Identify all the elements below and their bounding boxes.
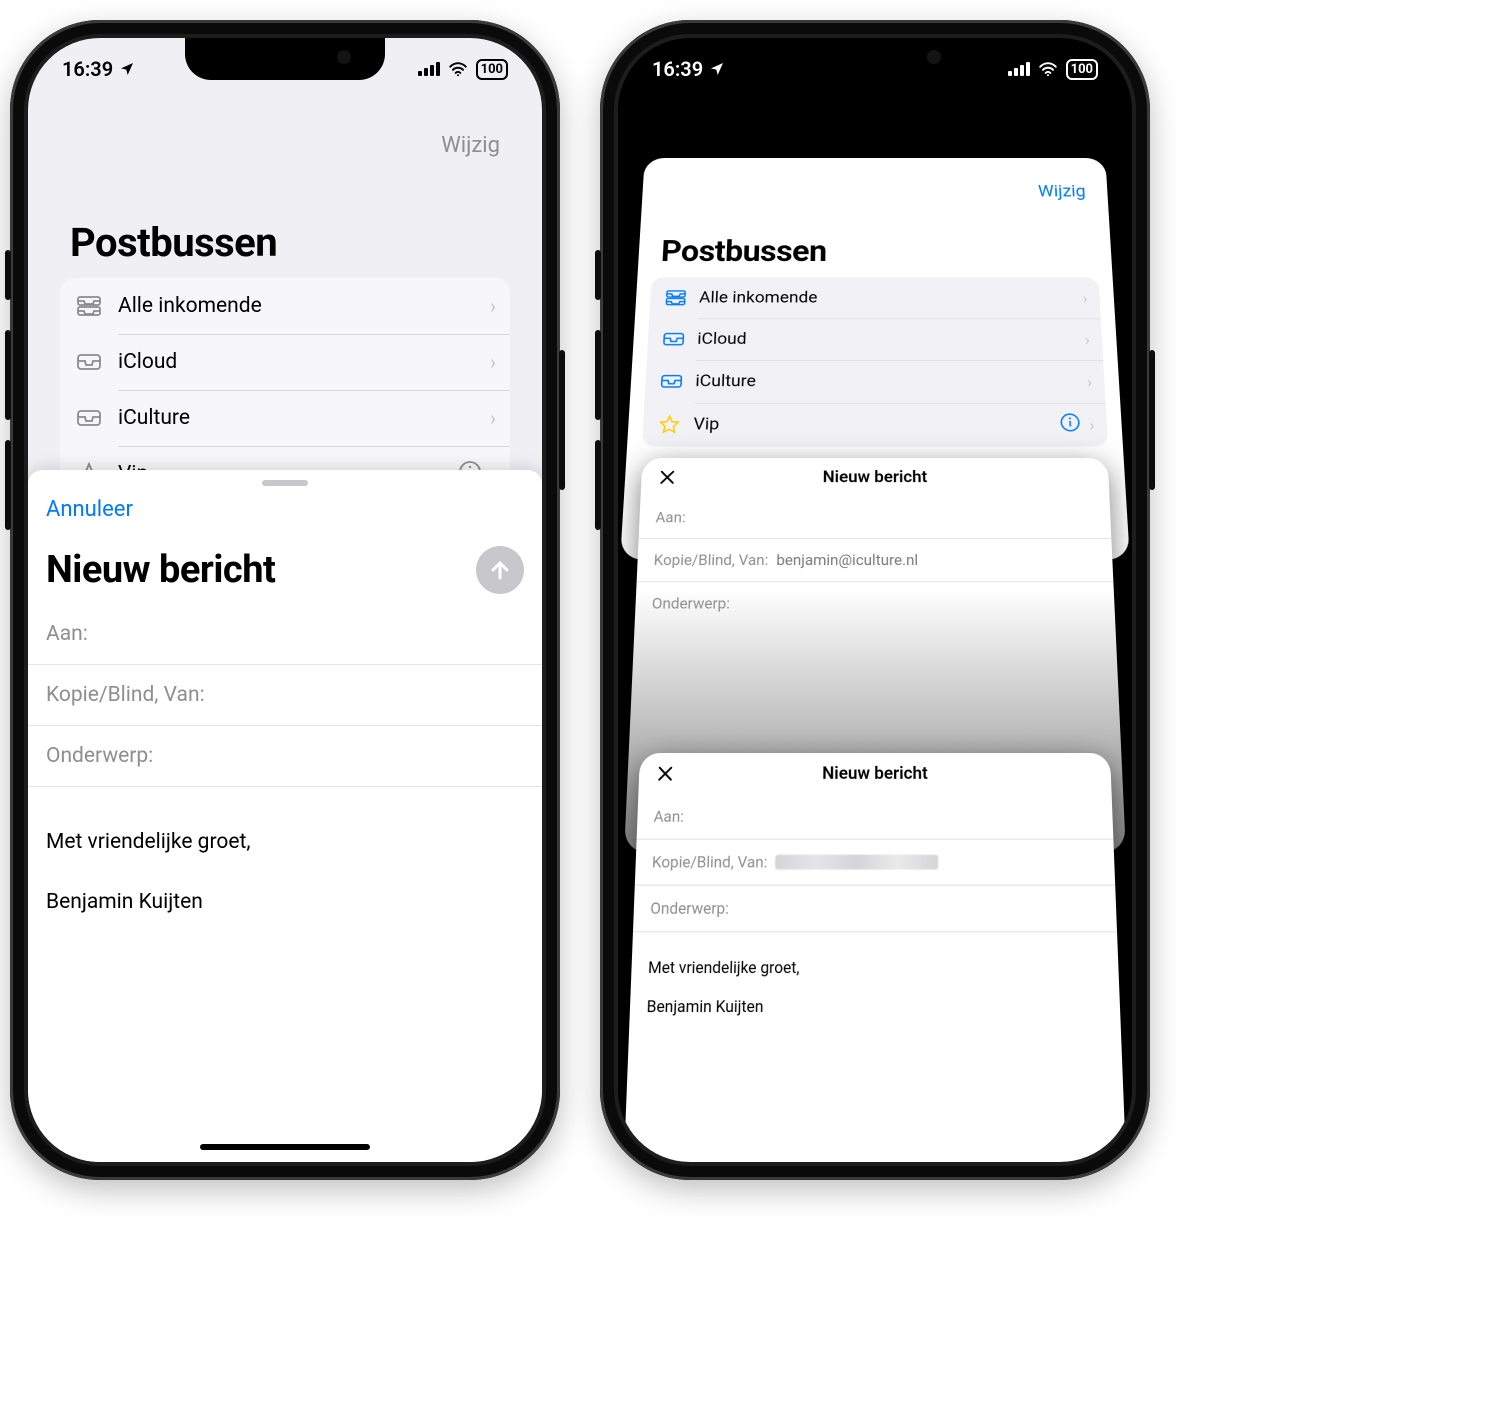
edit-button[interactable]: Wijzig [1038, 182, 1086, 200]
ccbcc-label: Kopie/Blind, Van: [653, 551, 768, 569]
mailbox-label: iCloud [118, 350, 490, 374]
mailbox-row-vip[interactable]: Vip › [642, 403, 1108, 447]
compose-title: Nieuw bericht [822, 763, 928, 784]
card-stack: Wijzig Postbussen Alle inkomende [640, 158, 1110, 1132]
stacked-tray-icon [662, 289, 689, 306]
body-line: Benjamin Kuijten [46, 887, 524, 919]
location-arrow-icon [709, 61, 725, 77]
subject-field[interactable]: Onderwerp: [633, 886, 1117, 933]
side-button [595, 440, 601, 530]
subject-field[interactable]: Onderwerp: [635, 582, 1116, 625]
tray-icon [74, 353, 104, 371]
sheet-grabber[interactable] [262, 480, 308, 486]
chevron-right-icon: › [490, 406, 496, 430]
cancel-button[interactable]: Annuleer [46, 497, 133, 522]
ccbcc-field[interactable]: Kopie/Blind, Van: [635, 840, 1115, 886]
subject-label: Onderwerp: [46, 744, 153, 768]
to-field[interactable]: Aan: [637, 794, 1114, 839]
wifi-icon [448, 62, 468, 76]
side-button [559, 350, 565, 490]
side-button [5, 250, 11, 300]
body-line: Met vriendelijke groet, [46, 827, 524, 859]
mailbox-label: iCulture [118, 406, 490, 430]
page-title: Postbussen [46, 201, 524, 278]
side-button [5, 330, 11, 420]
compose-body[interactable]: Met vriendelijke groet, Benjamin Kuijten [28, 787, 542, 918]
ccbcc-field[interactable]: Kopie/Blind, Van: benjamin@iculture.nl [637, 539, 1114, 582]
subject-label: Onderwerp: [650, 899, 729, 919]
chevron-right-icon: › [490, 294, 496, 318]
mailbox-row-iculture[interactable]: iCulture › [644, 360, 1105, 403]
from-value: benjamin@iculture.nl [776, 551, 918, 569]
to-field[interactable]: Aan: [28, 604, 542, 665]
tray-icon [658, 374, 686, 390]
compose-card-2[interactable]: Nieuw bericht Aan: Kopie/Blind, Van: Ond… [623, 753, 1128, 1162]
page-title: Postbussen [637, 234, 1112, 278]
stacked-tray-icon [74, 295, 104, 317]
chevron-right-icon: › [1089, 415, 1095, 434]
mailbox-label: Alle inkomende [699, 289, 1083, 308]
redacted-from-value [775, 855, 938, 870]
send-button[interactable] [476, 546, 524, 594]
body-line: Benjamin Kuijten [646, 995, 1103, 1019]
mailbox-row-icloud[interactable]: iCloud › [647, 318, 1103, 360]
status-time: 16:39 [62, 57, 113, 81]
mailbox-row-icloud[interactable]: iCloud › [60, 334, 510, 390]
compose-title: Nieuw bericht [46, 548, 275, 592]
mailbox-label: Vip [693, 415, 1060, 435]
location-arrow-icon [119, 61, 135, 77]
iphone-right: 16:39 [600, 20, 1150, 1180]
to-label: Aan: [46, 622, 88, 646]
compose-title: Nieuw bericht [823, 468, 928, 487]
edit-button[interactable]: Wijzig [441, 133, 500, 158]
info-icon[interactable] [1059, 412, 1081, 437]
to-label: Aan: [653, 807, 684, 826]
mailbox-row-alle-inkomende[interactable]: Alle inkomende › [649, 277, 1101, 318]
subject-field[interactable]: Onderwerp: [28, 726, 542, 787]
mailbox-label: Alle inkomende [118, 294, 490, 318]
to-field[interactable]: Aan: [639, 497, 1112, 539]
compose-sheet: Annuleer Nieuw bericht Aan: Kopie/Blind,… [28, 470, 542, 1162]
side-button [595, 250, 601, 300]
chevron-right-icon: › [490, 350, 496, 374]
compose-body[interactable]: Met vriendelijke groet, Benjamin Kuijten [629, 932, 1122, 1041]
side-button [1149, 350, 1155, 490]
screen-left: 16:39 [28, 38, 542, 1162]
mailbox-label: iCulture [695, 372, 1088, 391]
body-line: Met vriendelijke groet, [648, 956, 1103, 979]
mailboxes-list: Alle inkomende › iCloud › [642, 277, 1108, 446]
home-indicator[interactable] [200, 1144, 370, 1150]
notch [775, 38, 975, 80]
ccbcc-label: Kopie/Blind, Van: [652, 852, 768, 871]
screen-right: 16:39 [618, 38, 1132, 1162]
mailbox-label: iCloud [697, 330, 1085, 349]
tray-icon [74, 409, 104, 427]
iphone-left: 16:39 [10, 20, 560, 1180]
subject-label: Onderwerp: [652, 594, 731, 612]
ccbcc-label: Kopie/Blind, Van: [46, 683, 205, 707]
home-indicator[interactable] [790, 1144, 960, 1150]
ccbcc-field[interactable]: Kopie/Blind, Van: [28, 665, 542, 726]
notch [185, 38, 385, 80]
side-button [5, 440, 11, 530]
cellular-icon [1008, 62, 1030, 76]
close-button[interactable] [655, 763, 678, 786]
close-button[interactable] [657, 468, 680, 489]
cellular-icon [418, 62, 440, 76]
mailbox-row-iculture[interactable]: iCulture › [60, 390, 510, 446]
battery-icon: 100 [476, 59, 508, 80]
wifi-icon [1038, 62, 1058, 76]
chevron-right-icon: › [1086, 372, 1092, 390]
tray-icon [660, 332, 687, 347]
side-button [595, 330, 601, 420]
status-time: 16:39 [652, 57, 703, 81]
star-icon [655, 415, 683, 435]
mailbox-row-alle-inkomende[interactable]: Alle inkomende › [60, 278, 510, 334]
chevron-right-icon: › [1084, 330, 1090, 348]
chevron-right-icon: › [1082, 289, 1088, 307]
battery-icon: 100 [1066, 59, 1098, 80]
to-label: Aan: [655, 509, 686, 527]
